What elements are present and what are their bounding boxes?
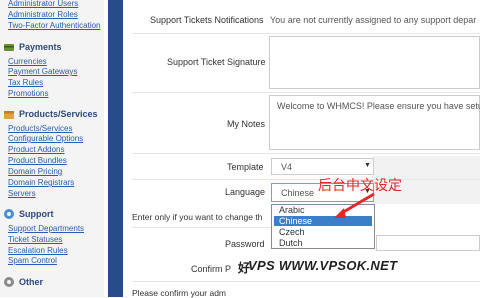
sidebar-divider-stripe	[108, 0, 123, 297]
payments-icon	[3, 41, 15, 53]
password-hint: Enter only if you want to change th	[132, 212, 263, 222]
sidebar-link-domain-registrars[interactable]: Domain Registrars	[8, 178, 74, 188]
template-label: Template	[227, 162, 264, 172]
confirm-password-label: Confirm P	[191, 264, 232, 274]
language-option-czech[interactable]: Czech	[274, 227, 372, 237]
sidebar-link-two-factor-authentication[interactable]: Two-Factor Authentication	[8, 21, 101, 31]
sidebar-heading-label: Payments	[19, 41, 62, 52]
annotation-arrow-icon	[334, 192, 375, 218]
support-notifications-value: You are not currently assigned to any su…	[270, 15, 477, 25]
sidebar-link-currencies[interactable]: Currencies	[8, 57, 47, 67]
sidebar-heading-other: Other	[3, 275, 43, 288]
sidebar-link-product-addons[interactable]: Product Addons	[8, 145, 64, 155]
sidebar-heading-label: Support	[19, 208, 54, 219]
sidebar-link-spam-control[interactable]: Spam Control	[8, 256, 57, 266]
language-label: Language	[225, 187, 266, 197]
sidebar-link-escalation-rules[interactable]: Escalation Rules	[8, 246, 68, 256]
support-lifebuoy-icon	[3, 208, 15, 220]
sidebar-link-payment-gateways[interactable]: Payment Gateways	[8, 67, 77, 77]
row-divider	[132, 92, 480, 93]
sidebar-link-tax-rules[interactable]: Tax Rules	[8, 78, 43, 88]
sidebar-link-administrator-users[interactable]: Administrator Users	[8, 0, 78, 9]
signature-label: Support Ticket Signature	[167, 57, 266, 67]
sidebar-heading-label: Other	[19, 276, 44, 287]
sidebar-heading-products: Products/Services	[3, 107, 98, 120]
sidebar-heading-payments: Payments	[3, 40, 62, 53]
sidebar-link-products-services[interactable]: Products/Services	[8, 124, 72, 134]
support-notifications-label: Support Tickets Notifications	[150, 15, 264, 25]
admin-sidebar: Administrator Users Administrator Roles …	[0, 0, 104, 297]
language-option-dutch[interactable]: Dutch	[274, 238, 372, 248]
row-divider	[132, 227, 272, 228]
sidebar-link-ticket-statuses[interactable]: Ticket Statuses	[8, 235, 62, 245]
my-notes-value: Welcome to WHMCS! Please ensure you have…	[277, 101, 480, 111]
row-divider	[132, 33, 480, 34]
sidebar-link-administrator-roles[interactable]: Administrator Roles	[8, 10, 78, 20]
my-notes-label: My Notes	[227, 119, 266, 129]
signature-textarea[interactable]	[269, 36, 480, 89]
sidebar-link-support-departments[interactable]: Support Departments	[8, 224, 84, 234]
sidebar-link-servers[interactable]: Servers	[8, 189, 36, 199]
row-divider	[132, 153, 480, 154]
language-selected-value: Chinese	[281, 188, 315, 198]
chevron-down-icon: ▼	[364, 162, 371, 169]
sidebar-link-configurable-options[interactable]: Configurable Options	[8, 134, 83, 144]
products-box-icon	[3, 108, 15, 120]
other-settings-icon	[3, 276, 15, 288]
template-selected-value: V4	[281, 162, 293, 172]
row-divider	[132, 281, 480, 282]
password-input[interactable]	[376, 235, 480, 251]
sidebar-link-product-bundles[interactable]: Product Bundles	[8, 156, 67, 166]
sidebar-link-domain-pricing[interactable]: Domain Pricing	[8, 167, 62, 177]
sidebar-heading-label: Products/Services	[19, 108, 98, 119]
row-divider	[132, 179, 480, 180]
site-watermark: VPS WWW.VPSOK.NET	[248, 258, 398, 273]
sidebar-link-promotions[interactable]: Promotions	[8, 89, 48, 99]
sidebar-heading-support: Support	[3, 207, 54, 220]
password-label: Password	[225, 239, 265, 249]
